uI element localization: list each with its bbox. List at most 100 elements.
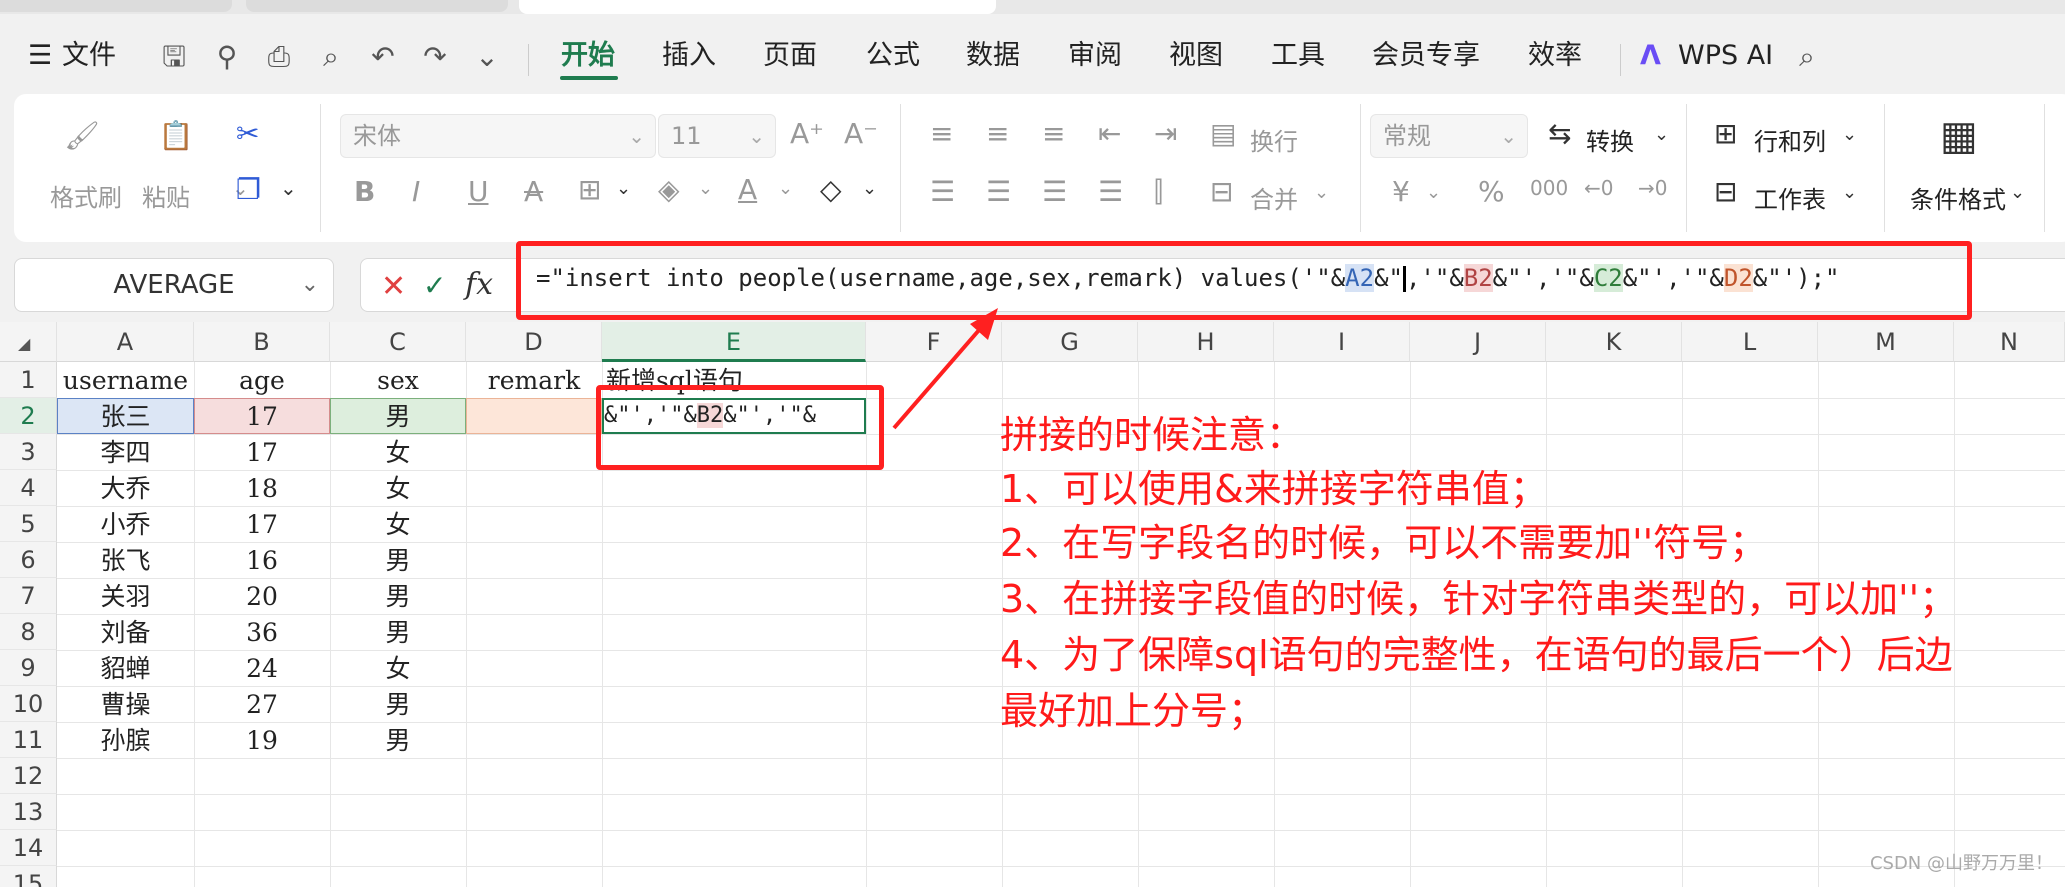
cell-c5[interactable]: 女 [330, 506, 466, 542]
italic-icon[interactable]: I [412, 178, 420, 206]
search-icon[interactable]: ⌕ [1790, 40, 1824, 74]
increase-decimal-icon[interactable]: ←0 [1584, 178, 1613, 198]
cell-b7[interactable]: 20 [194, 578, 330, 614]
cell-b4[interactable]: 18 [194, 470, 330, 506]
fill-color-icon[interactable]: ◈ [658, 176, 680, 204]
row-header-11[interactable]: 11 [0, 722, 57, 758]
select-all-corner[interactable]: ◢ [0, 322, 57, 362]
strikethrough-icon[interactable]: A [524, 178, 543, 206]
column-header-b[interactable]: B [194, 322, 330, 362]
column-header-e[interactable]: E [602, 322, 866, 362]
row-col-button[interactable]: 行和列 [1754, 122, 1826, 157]
number-format-select[interactable]: 常规 ⌄ [1370, 114, 1528, 158]
row-header-10[interactable]: 10 [0, 686, 57, 722]
cell-b5[interactable]: 17 [194, 506, 330, 542]
tab-insert[interactable]: 插入 [662, 36, 716, 76]
row-header-4[interactable]: 4 [0, 470, 57, 506]
copy-chevron-icon[interactable]: ⌄ [280, 178, 297, 198]
tab-efficiency[interactable]: 效率 [1528, 36, 1582, 76]
cell-a11[interactable]: 孙膑 [57, 722, 194, 758]
font-name-select[interactable]: 宋体 ⌄ [340, 114, 656, 158]
cell-a8[interactable]: 刘备 [57, 614, 194, 650]
convert-button[interactable]: 转换 [1586, 122, 1634, 157]
paste-button[interactable]: 粘贴 [142, 178, 190, 213]
chevron-down-icon[interactable]: ⌄ [1426, 184, 1441, 202]
chevron-down-icon[interactable]: ⌄ [301, 259, 319, 311]
decrease-indent-icon[interactable]: ⇤ [1098, 120, 1121, 148]
cut-icon[interactable]: ✂ [236, 120, 259, 148]
cancel-icon[interactable]: ✕ [381, 269, 406, 304]
menu-icon[interactable]: ☰ [28, 36, 52, 76]
border-icon[interactable]: ⊞ [578, 176, 601, 204]
undo-icon[interactable]: ↶ [366, 40, 400, 74]
chevron-down-icon[interactable]: ⌄ [778, 180, 793, 198]
cell-d2-highlight[interactable] [466, 398, 602, 434]
column-header-m[interactable]: M [1818, 322, 1954, 362]
row-header-13[interactable]: 13 [0, 794, 57, 830]
cell-d1[interactable]: remark [466, 362, 602, 398]
row-header-3[interactable]: 3 [0, 434, 57, 470]
share-icon[interactable]: ⚲ [210, 40, 244, 74]
justify-icon[interactable]: ☰ [1098, 178, 1123, 206]
align-middle-icon[interactable]: ≡ [986, 120, 1009, 148]
chevron-down-icon[interactable]: ⌄ [1842, 184, 1857, 202]
bold-icon[interactable]: B [354, 178, 375, 206]
align-bottom-icon[interactable]: ≡ [1042, 120, 1065, 148]
align-left-icon[interactable]: ☰ [930, 178, 955, 206]
confirm-icon[interactable]: ✓ [423, 269, 446, 302]
cell-a1[interactable]: username [57, 362, 194, 398]
cell-b2[interactable]: 17 [194, 398, 330, 434]
row-header-2[interactable]: 2 [0, 398, 57, 434]
row-header-12[interactable]: 12 [0, 758, 57, 794]
align-center-icon[interactable]: ☰ [986, 178, 1011, 206]
column-header-d[interactable]: D [466, 322, 602, 362]
column-header-l[interactable]: L [1682, 322, 1818, 362]
column-header-i[interactable]: I [1274, 322, 1410, 362]
wps-ai-icon[interactable]: ᐱ [1640, 36, 1661, 76]
row-header-1[interactable]: 1 [0, 362, 57, 398]
wps-ai-button[interactable]: WPS AI [1678, 36, 1773, 76]
tab-view[interactable]: 视图 [1169, 36, 1223, 76]
wrap-text-button[interactable]: 换行 [1250, 122, 1298, 157]
print-icon[interactable]: ⎙ [262, 40, 296, 74]
underline-icon[interactable]: U [468, 178, 489, 206]
column-header-a[interactable]: A [57, 322, 194, 362]
cell-a5[interactable]: 小乔 [57, 506, 194, 542]
cell-c2[interactable]: 男 [330, 398, 466, 434]
cell-c11[interactable]: 男 [330, 722, 466, 758]
cell-a9[interactable]: 貂蝉 [57, 650, 194, 686]
save-icon[interactable]: 🖫 [157, 40, 191, 74]
row-header-8[interactable]: 8 [0, 614, 57, 650]
conditional-format-button[interactable]: 条件格式 [1910, 180, 2006, 215]
chevron-down-icon[interactable]: ⌄ [862, 180, 877, 198]
cell-c3[interactable]: 女 [330, 434, 466, 470]
print-preview-icon[interactable]: ⌕ [314, 40, 348, 74]
redo-icon[interactable]: ↷ [418, 40, 452, 74]
tab-member[interactable]: 会员专享 [1372, 36, 1480, 76]
insert-function-icon[interactable]: fx [465, 267, 493, 302]
cell-b3[interactable]: 17 [194, 434, 330, 470]
cell-b1[interactable]: age [194, 362, 330, 398]
column-header-n[interactable]: N [1954, 322, 2065, 362]
chevron-down-icon[interactable]: ⌄ [1842, 126, 1857, 144]
decrease-font-icon[interactable]: A⁻ [844, 120, 878, 148]
window-tab[interactable] [246, 0, 508, 12]
cell-a4[interactable]: 大乔 [57, 470, 194, 506]
tab-home[interactable]: 开始 [561, 36, 615, 76]
copy-icon[interactable]: ❐ [236, 176, 261, 204]
tab-data[interactable]: 数据 [966, 36, 1020, 76]
cell-a10[interactable]: 曹操 [57, 686, 194, 722]
cell-b8[interactable]: 36 [194, 614, 330, 650]
chevron-down-icon[interactable]: ⌄ [616, 180, 631, 198]
chevron-down-icon[interactable]: ⌄ [1314, 184, 1329, 202]
decrease-decimal-icon[interactable]: →0 [1638, 178, 1667, 198]
tab-formula[interactable]: 公式 [866, 36, 920, 76]
cell-c9[interactable]: 女 [330, 650, 466, 686]
distributed-icon[interactable]: ⫿ [1154, 178, 1163, 206]
cell-c7[interactable]: 男 [330, 578, 466, 614]
cell-a6[interactable]: 张飞 [57, 542, 194, 578]
chevron-down-icon[interactable]: ⌄ [2010, 184, 2025, 202]
column-header-k[interactable]: K [1546, 322, 1682, 362]
row-header-7[interactable]: 7 [0, 578, 57, 614]
cell-c4[interactable]: 女 [330, 470, 466, 506]
